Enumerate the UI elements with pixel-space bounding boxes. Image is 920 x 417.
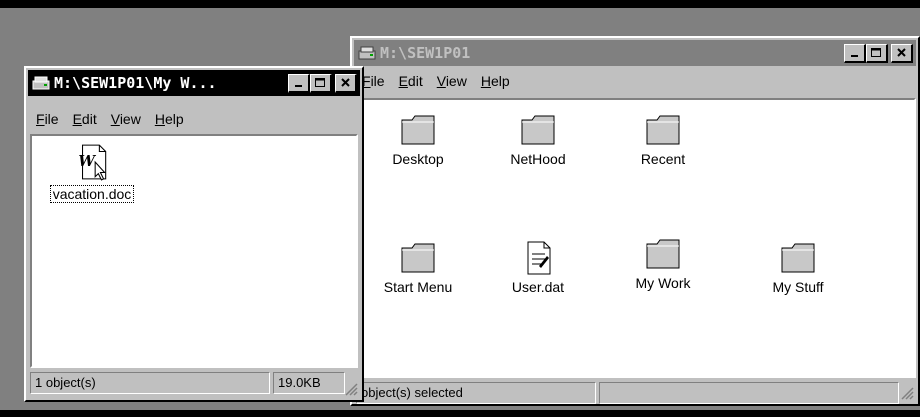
menu-view[interactable]: View: [111, 111, 141, 127]
status-size: [599, 382, 899, 404]
list-item[interactable]: Start Menu: [368, 240, 468, 295]
word-document-icon: W: [78, 144, 107, 181]
resize-grip-icon[interactable]: [900, 386, 914, 400]
list-item[interactable]: User.dat: [498, 240, 578, 295]
close-button[interactable]: [335, 74, 357, 93]
sub-file-list[interactable]: W vacation.doc: [30, 134, 358, 368]
item-label: User.dat: [511, 279, 565, 295]
item-label: vacation.doc: [49, 185, 135, 203]
close-button[interactable]: [891, 44, 913, 63]
folder-icon: [401, 243, 435, 273]
item-label: NetHood: [510, 151, 566, 167]
menu-help[interactable]: Help: [155, 111, 184, 127]
maximize-button[interactable]: [310, 74, 332, 93]
folder-icon: [646, 115, 680, 145]
list-item[interactable]: My Stuff: [758, 240, 838, 295]
menu-edit[interactable]: Edit: [73, 111, 97, 127]
resize-grip-icon[interactable]: [344, 382, 358, 396]
list-item[interactable]: W vacation.doc: [36, 142, 148, 203]
main-window-titlebar[interactable]: M:\SEW1P01: [354, 40, 916, 66]
list-item[interactable]: My Work: [623, 236, 703, 291]
sub-menubar: File Edit View Help: [30, 108, 184, 130]
folder-icon: [781, 243, 815, 273]
menu-help[interactable]: Help: [481, 73, 510, 89]
minimize-button[interactable]: [844, 44, 866, 63]
maximize-button[interactable]: [866, 44, 888, 63]
status-count: 1 object(s): [30, 372, 270, 394]
menu-view[interactable]: View: [437, 73, 467, 89]
menu-file[interactable]: File: [36, 111, 59, 127]
close-icon: [340, 78, 350, 87]
minimize-icon: [294, 85, 302, 87]
item-label: My Work: [635, 275, 691, 291]
main-explorer-window[interactable]: M:\SEW1P01 File Edit View Help Desktop N…: [350, 36, 920, 406]
close-icon: [896, 48, 906, 57]
status-size: 19.0KB: [273, 372, 345, 394]
folder-icon: [646, 239, 680, 269]
item-label: Start Menu: [383, 279, 453, 295]
list-item[interactable]: Recent: [623, 112, 703, 167]
menu-file[interactable]: File: [362, 73, 385, 89]
list-item[interactable]: Desktop: [378, 112, 458, 167]
main-file-list[interactable]: Desktop NetHood Recent Start Menu User.d…: [356, 98, 916, 378]
minimize-button[interactable]: [288, 74, 310, 93]
drive-icon: [32, 76, 50, 90]
maximize-icon: [871, 48, 881, 57]
item-label: Recent: [640, 151, 686, 167]
svg-text:W: W: [78, 153, 96, 170]
minimize-icon: [850, 55, 858, 57]
sub-window-title: M:\SEW1P01\My W...: [54, 74, 217, 92]
main-window-title: M:\SEW1P01: [380, 44, 471, 62]
status-selected: object(s) selected: [356, 382, 596, 404]
item-label: My Stuff: [772, 279, 824, 295]
maximize-icon: [315, 78, 325, 87]
document-icon: [527, 241, 551, 275]
menu-edit[interactable]: Edit: [399, 73, 423, 89]
desktop-top-band: [0, 0, 920, 8]
list-item[interactable]: NetHood: [498, 112, 578, 167]
my-work-window[interactable]: M:\SEW1P01\My W... File Edit View Help W: [24, 66, 364, 402]
sub-window-titlebar[interactable]: M:\SEW1P01\My W...: [28, 70, 360, 96]
main-statusbar: object(s) selected: [356, 382, 899, 404]
main-menubar: File Edit View Help: [356, 70, 510, 92]
folder-icon: [401, 115, 435, 145]
sub-statusbar: 1 object(s) 19.0KB: [30, 372, 345, 394]
folder-icon: [521, 115, 555, 145]
item-label: Desktop: [392, 151, 444, 167]
desktop-bottom-band: [0, 410, 920, 417]
drive-icon: [358, 46, 376, 60]
